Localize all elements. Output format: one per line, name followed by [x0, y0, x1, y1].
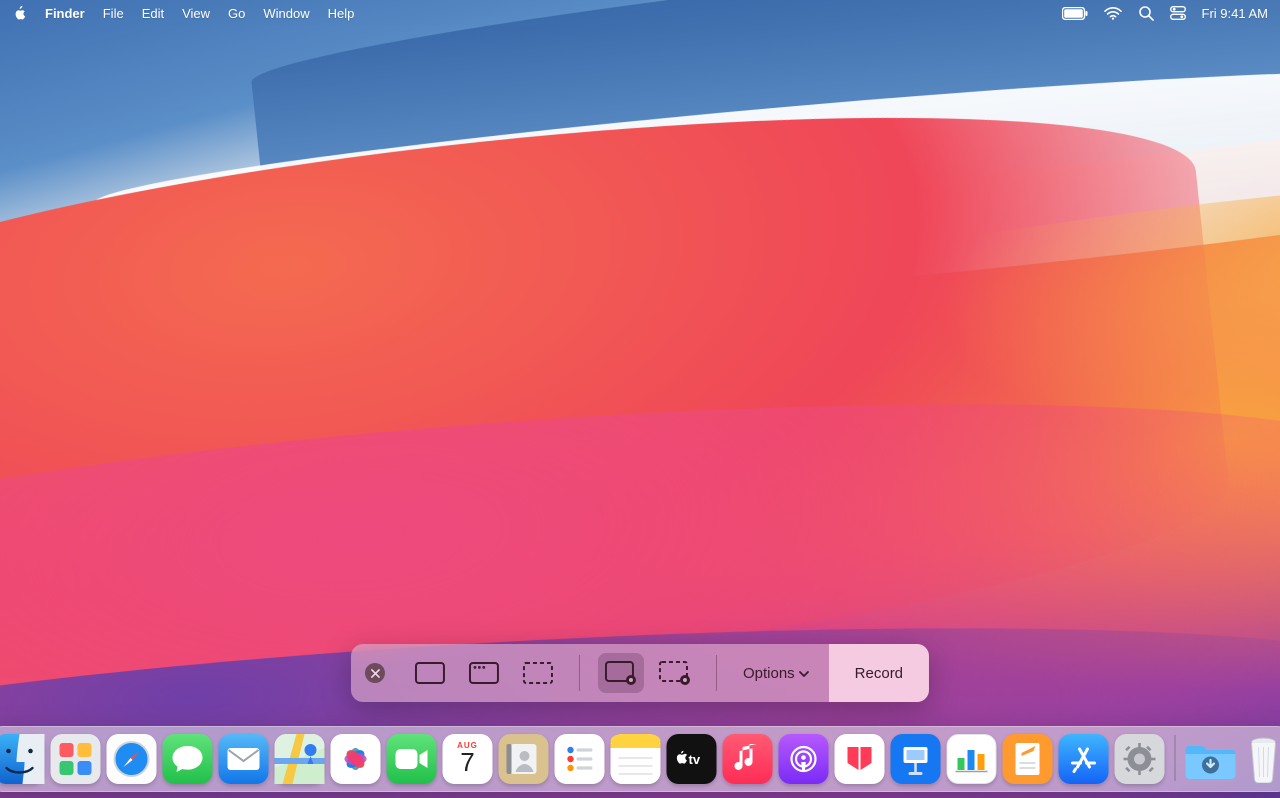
menubar-left: Finder File Edit View Go Window Help — [12, 5, 354, 21]
dock-app-safari[interactable] — [107, 734, 157, 784]
battery-icon[interactable] — [1062, 7, 1088, 20]
menubar-item-window[interactable]: Window — [263, 6, 309, 21]
dock-app-mail[interactable] — [219, 734, 269, 784]
record-entire-screen-button[interactable] — [598, 653, 644, 693]
dock: AUG 7 tv — [0, 726, 1280, 792]
menubar-right: Fri 9:41 AM — [1062, 5, 1268, 21]
menubar-item-go[interactable]: Go — [228, 6, 245, 21]
dock-app-keynote[interactable] — [891, 734, 941, 784]
calendar-day-label: 7 — [460, 749, 474, 775]
dock-app-launchpad[interactable] — [51, 734, 101, 784]
dock-container: AUG 7 tv — [0, 726, 1280, 792]
menubar-item-edit[interactable]: Edit — [142, 6, 164, 21]
dock-separator — [1175, 735, 1176, 781]
capture-mode-group — [395, 644, 573, 702]
dock-app-pages[interactable] — [1003, 734, 1053, 784]
dock-app-finder[interactable] — [0, 734, 45, 784]
dock-app-facetime[interactable] — [387, 734, 437, 784]
menubar: Finder File Edit View Go Window Help Fri… — [0, 0, 1280, 26]
screenshot-options-button[interactable]: Options — [723, 644, 829, 702]
dock-app-calendar[interactable]: AUG 7 — [443, 734, 493, 784]
dock-app-photos[interactable] — [331, 734, 381, 784]
screenshot-toolbar: Options Record — [351, 644, 929, 702]
capture-entire-screen-button[interactable] — [407, 653, 453, 693]
menubar-item-file[interactable]: File — [103, 6, 124, 21]
toolbar-divider — [579, 655, 580, 691]
dock-app-system-preferences[interactable] — [1115, 734, 1165, 784]
control-center-icon[interactable] — [1170, 6, 1186, 20]
menubar-item-help[interactable]: Help — [328, 6, 355, 21]
primary-action-label: Record — [855, 665, 903, 682]
dock-folder-downloads[interactable] — [1186, 734, 1236, 784]
dock-app-music[interactable] — [723, 734, 773, 784]
capture-window-button[interactable] — [461, 653, 507, 693]
dock-app-notes[interactable] — [611, 734, 661, 784]
dock-app-messages[interactable] — [163, 734, 213, 784]
wifi-icon[interactable] — [1104, 7, 1122, 20]
chevron-down-icon — [799, 665, 809, 682]
toolbar-divider — [716, 655, 717, 691]
dock-app-appstore[interactable] — [1059, 734, 1109, 784]
dock-app-reminders[interactable] — [555, 734, 605, 784]
menubar-app-name[interactable]: Finder — [45, 6, 85, 21]
menubar-clock[interactable]: Fri 9:41 AM — [1202, 6, 1268, 21]
dock-app-news[interactable] — [835, 734, 885, 784]
capture-selection-button[interactable] — [515, 653, 561, 693]
svg-text:tv: tv — [689, 752, 701, 767]
spotlight-icon[interactable] — [1138, 5, 1154, 21]
dock-trash[interactable] — [1242, 734, 1280, 784]
dock-app-maps[interactable] — [275, 734, 325, 784]
options-label: Options — [743, 665, 795, 682]
record-selection-button[interactable] — [652, 653, 698, 693]
menubar-item-view[interactable]: View — [182, 6, 210, 21]
dock-app-contacts[interactable] — [499, 734, 549, 784]
screenshot-close-button[interactable] — [365, 663, 385, 683]
screenshot-primary-action-button[interactable]: Record — [829, 644, 929, 702]
dock-app-podcasts[interactable] — [779, 734, 829, 784]
dock-app-numbers[interactable] — [947, 734, 997, 784]
apple-menu-icon[interactable] — [12, 5, 27, 21]
dock-app-tv[interactable]: tv — [667, 734, 717, 784]
record-mode-group — [586, 644, 710, 702]
